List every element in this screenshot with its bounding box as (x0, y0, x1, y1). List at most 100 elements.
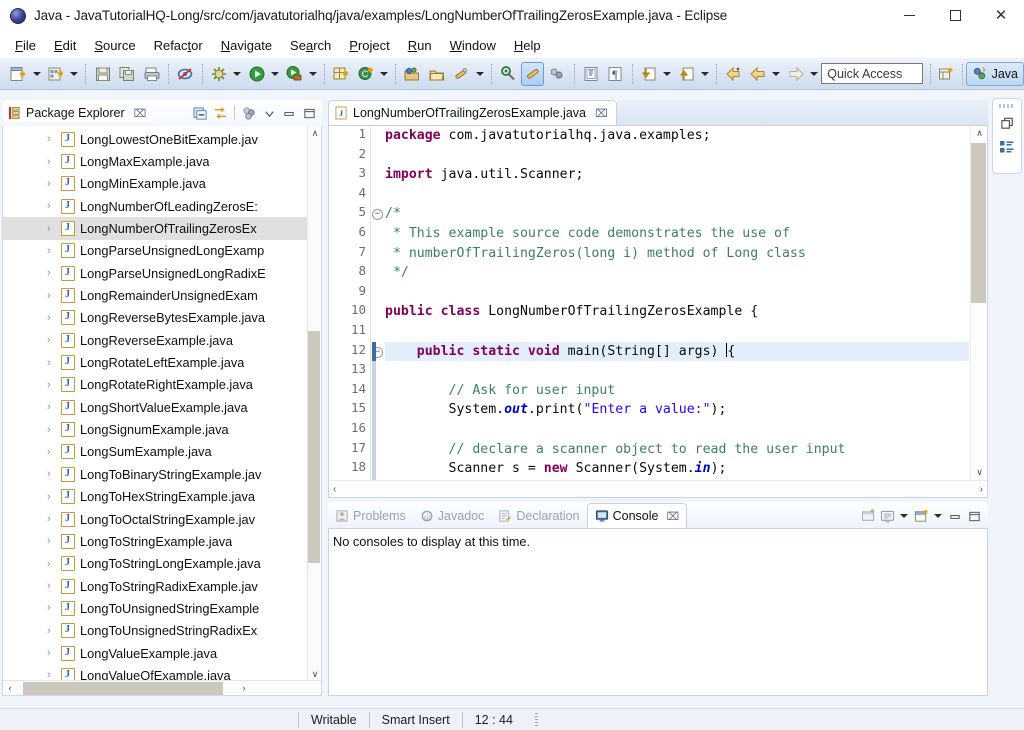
scroll-right-icon[interactable]: › (237, 681, 251, 695)
forward-icon[interactable] (784, 62, 807, 86)
debug-icon[interactable] (208, 62, 231, 86)
restore-icon[interactable] (998, 114, 1016, 132)
chevron-right-icon[interactable]: › (47, 535, 59, 547)
tab-javadoc[interactable]: @ Javadoc (413, 504, 492, 528)
tree-item[interactable]: ›LongToOctalStringExample.jav (3, 508, 307, 530)
maximize-button[interactable] (932, 0, 978, 32)
external-tools-dropdown-icon[interactable] (307, 62, 319, 86)
tab-console[interactable]: Console ⌧ (587, 503, 688, 528)
chevron-right-icon[interactable]: › (47, 357, 59, 369)
display-selected-console-icon[interactable] (878, 507, 896, 525)
menu-run[interactable]: Run (399, 35, 441, 56)
code-line[interactable]: System.out.print("Enter a value:"); (385, 400, 969, 420)
new-dropdown-icon[interactable] (31, 62, 43, 86)
tree-item[interactable]: ›LongParseUnsignedLongExamp (3, 240, 307, 262)
chevron-right-icon[interactable]: › (47, 200, 59, 212)
scroll-down-icon[interactable]: ∨ (308, 667, 322, 681)
save-icon[interactable] (91, 62, 114, 86)
tree-item[interactable]: ›LongToUnsignedStringRadixEx (3, 620, 307, 642)
perspective-java-button[interactable]: Java (966, 62, 1024, 86)
outline-icon[interactable] (998, 138, 1016, 156)
package-explorer-tab[interactable]: Package Explorer ⌧ (2, 104, 152, 122)
save-all-icon[interactable] (116, 62, 139, 86)
run-icon[interactable] (245, 62, 268, 86)
code-line[interactable] (385, 146, 969, 166)
scroll-up-icon[interactable]: ∧ (971, 126, 988, 140)
chevron-right-icon[interactable]: › (47, 558, 59, 570)
maximize-icon[interactable] (300, 104, 318, 122)
vscroll-thumb[interactable] (971, 143, 986, 303)
tree-item[interactable]: ›LongLowestOneBitExample.jav (3, 128, 307, 150)
tree-item[interactable]: ›LongRotateLeftExample.java (3, 351, 307, 373)
show-paragraph-icon[interactable]: ¶ (604, 62, 627, 86)
menu-navigate[interactable]: Navigate (212, 35, 281, 56)
chevron-right-icon[interactable]: › (47, 267, 59, 279)
chevron-right-icon[interactable]: › (47, 334, 59, 346)
open-perspective-icon[interactable] (935, 62, 958, 86)
previous-annotation-icon[interactable] (675, 62, 698, 86)
quick-access-input[interactable]: Quick Access (821, 63, 923, 84)
chevron-right-icon[interactable]: › (47, 647, 59, 659)
external-tools-icon[interactable] (283, 62, 306, 86)
code-line[interactable] (385, 420, 969, 440)
chevron-right-icon[interactable]: › (47, 290, 59, 302)
new-package-icon[interactable] (330, 62, 353, 86)
open-console-icon[interactable] (859, 507, 877, 525)
tree-item[interactable]: ›LongToStringExample.java (3, 530, 307, 552)
display-console-dropdown-icon[interactable] (897, 504, 910, 528)
editor-tab-active[interactable]: J LongNumberOfTrailingZerosExample.java … (328, 100, 617, 125)
new-console-dropdown-icon[interactable] (931, 504, 944, 528)
pencil-dropdown-icon[interactable] (474, 62, 486, 86)
menu-help[interactable]: Help (505, 35, 550, 56)
link-icon[interactable] (546, 62, 569, 86)
tree-item[interactable]: ›LongNumberOfTrailingZerosEx (3, 217, 307, 239)
toggle-breakpoint-icon[interactable] (174, 62, 197, 86)
fold-toggle-icon[interactable]: − (371, 204, 385, 224)
close-icon[interactable]: ⌧ (595, 107, 608, 120)
open-task-icon[interactable] (426, 62, 449, 86)
minimize-button[interactable] (886, 0, 932, 32)
chevron-right-icon[interactable]: › (47, 312, 59, 324)
minimize-icon[interactable] (280, 104, 298, 122)
scroll-right-icon[interactable]: › (980, 484, 983, 495)
print-icon[interactable] (141, 62, 164, 86)
status-resize-handle[interactable] (535, 713, 538, 727)
new-console-view-icon[interactable] (912, 507, 930, 525)
minimize-icon[interactable] (946, 507, 964, 525)
code-line[interactable]: * This example source code demonstrates … (385, 224, 969, 244)
code-line[interactable]: */ (385, 263, 969, 283)
tree-item[interactable]: ›LongToStringRadixExample.jav (3, 575, 307, 597)
tree-item[interactable]: ›LongRemainderUnsignedExam (3, 284, 307, 306)
chevron-right-icon[interactable]: › (47, 580, 59, 592)
run-dropdown-icon[interactable] (269, 62, 281, 86)
chevron-right-icon[interactable]: › (47, 156, 59, 168)
chevron-right-icon[interactable]: › (47, 625, 59, 637)
tree-item[interactable]: ›LongSumExample.java (3, 441, 307, 463)
chevron-right-icon[interactable]: › (47, 491, 59, 503)
tree-item[interactable]: ›LongToHexStringExample.java (3, 486, 307, 508)
chevron-right-icon[interactable]: › (47, 245, 59, 257)
tab-problems[interactable]: Problems (328, 504, 413, 528)
chevron-right-icon[interactable]: › (47, 379, 59, 391)
chevron-right-icon[interactable]: › (47, 178, 59, 190)
close-button[interactable]: ✕ (978, 0, 1024, 32)
tree-item[interactable]: ›LongValueExample.java (3, 642, 307, 664)
scroll-left-icon[interactable]: ‹ (333, 484, 336, 495)
chevron-right-icon[interactable]: › (47, 602, 59, 614)
tree-item[interactable]: ›LongToUnsignedStringExample (3, 597, 307, 619)
tree-item[interactable]: ›LongRotateRightExample.java (3, 374, 307, 396)
code-line[interactable]: public class LongNumberOfTrailingZerosEx… (385, 302, 969, 322)
code-line[interactable] (385, 283, 969, 303)
menu-edit[interactable]: Edit (45, 35, 85, 56)
new-java-dropdown-icon[interactable] (68, 62, 80, 86)
tree-item[interactable]: ›LongReverseBytesExample.java (3, 307, 307, 329)
new-class-dropdown-icon[interactable] (378, 62, 390, 86)
chevron-right-icon[interactable]: › (47, 401, 59, 413)
tree-item[interactable]: ›LongMinExample.java (3, 173, 307, 195)
code-line[interactable]: /* (385, 204, 969, 224)
new-wizard-icon[interactable] (7, 62, 30, 86)
tree-item[interactable]: ›LongSignumExample.java (3, 418, 307, 440)
package-explorer-vscrollbar[interactable]: ∧ ∨ (307, 126, 321, 681)
view-menu-chevron-down-icon[interactable] (260, 104, 278, 122)
back-history-icon[interactable] (722, 62, 745, 86)
